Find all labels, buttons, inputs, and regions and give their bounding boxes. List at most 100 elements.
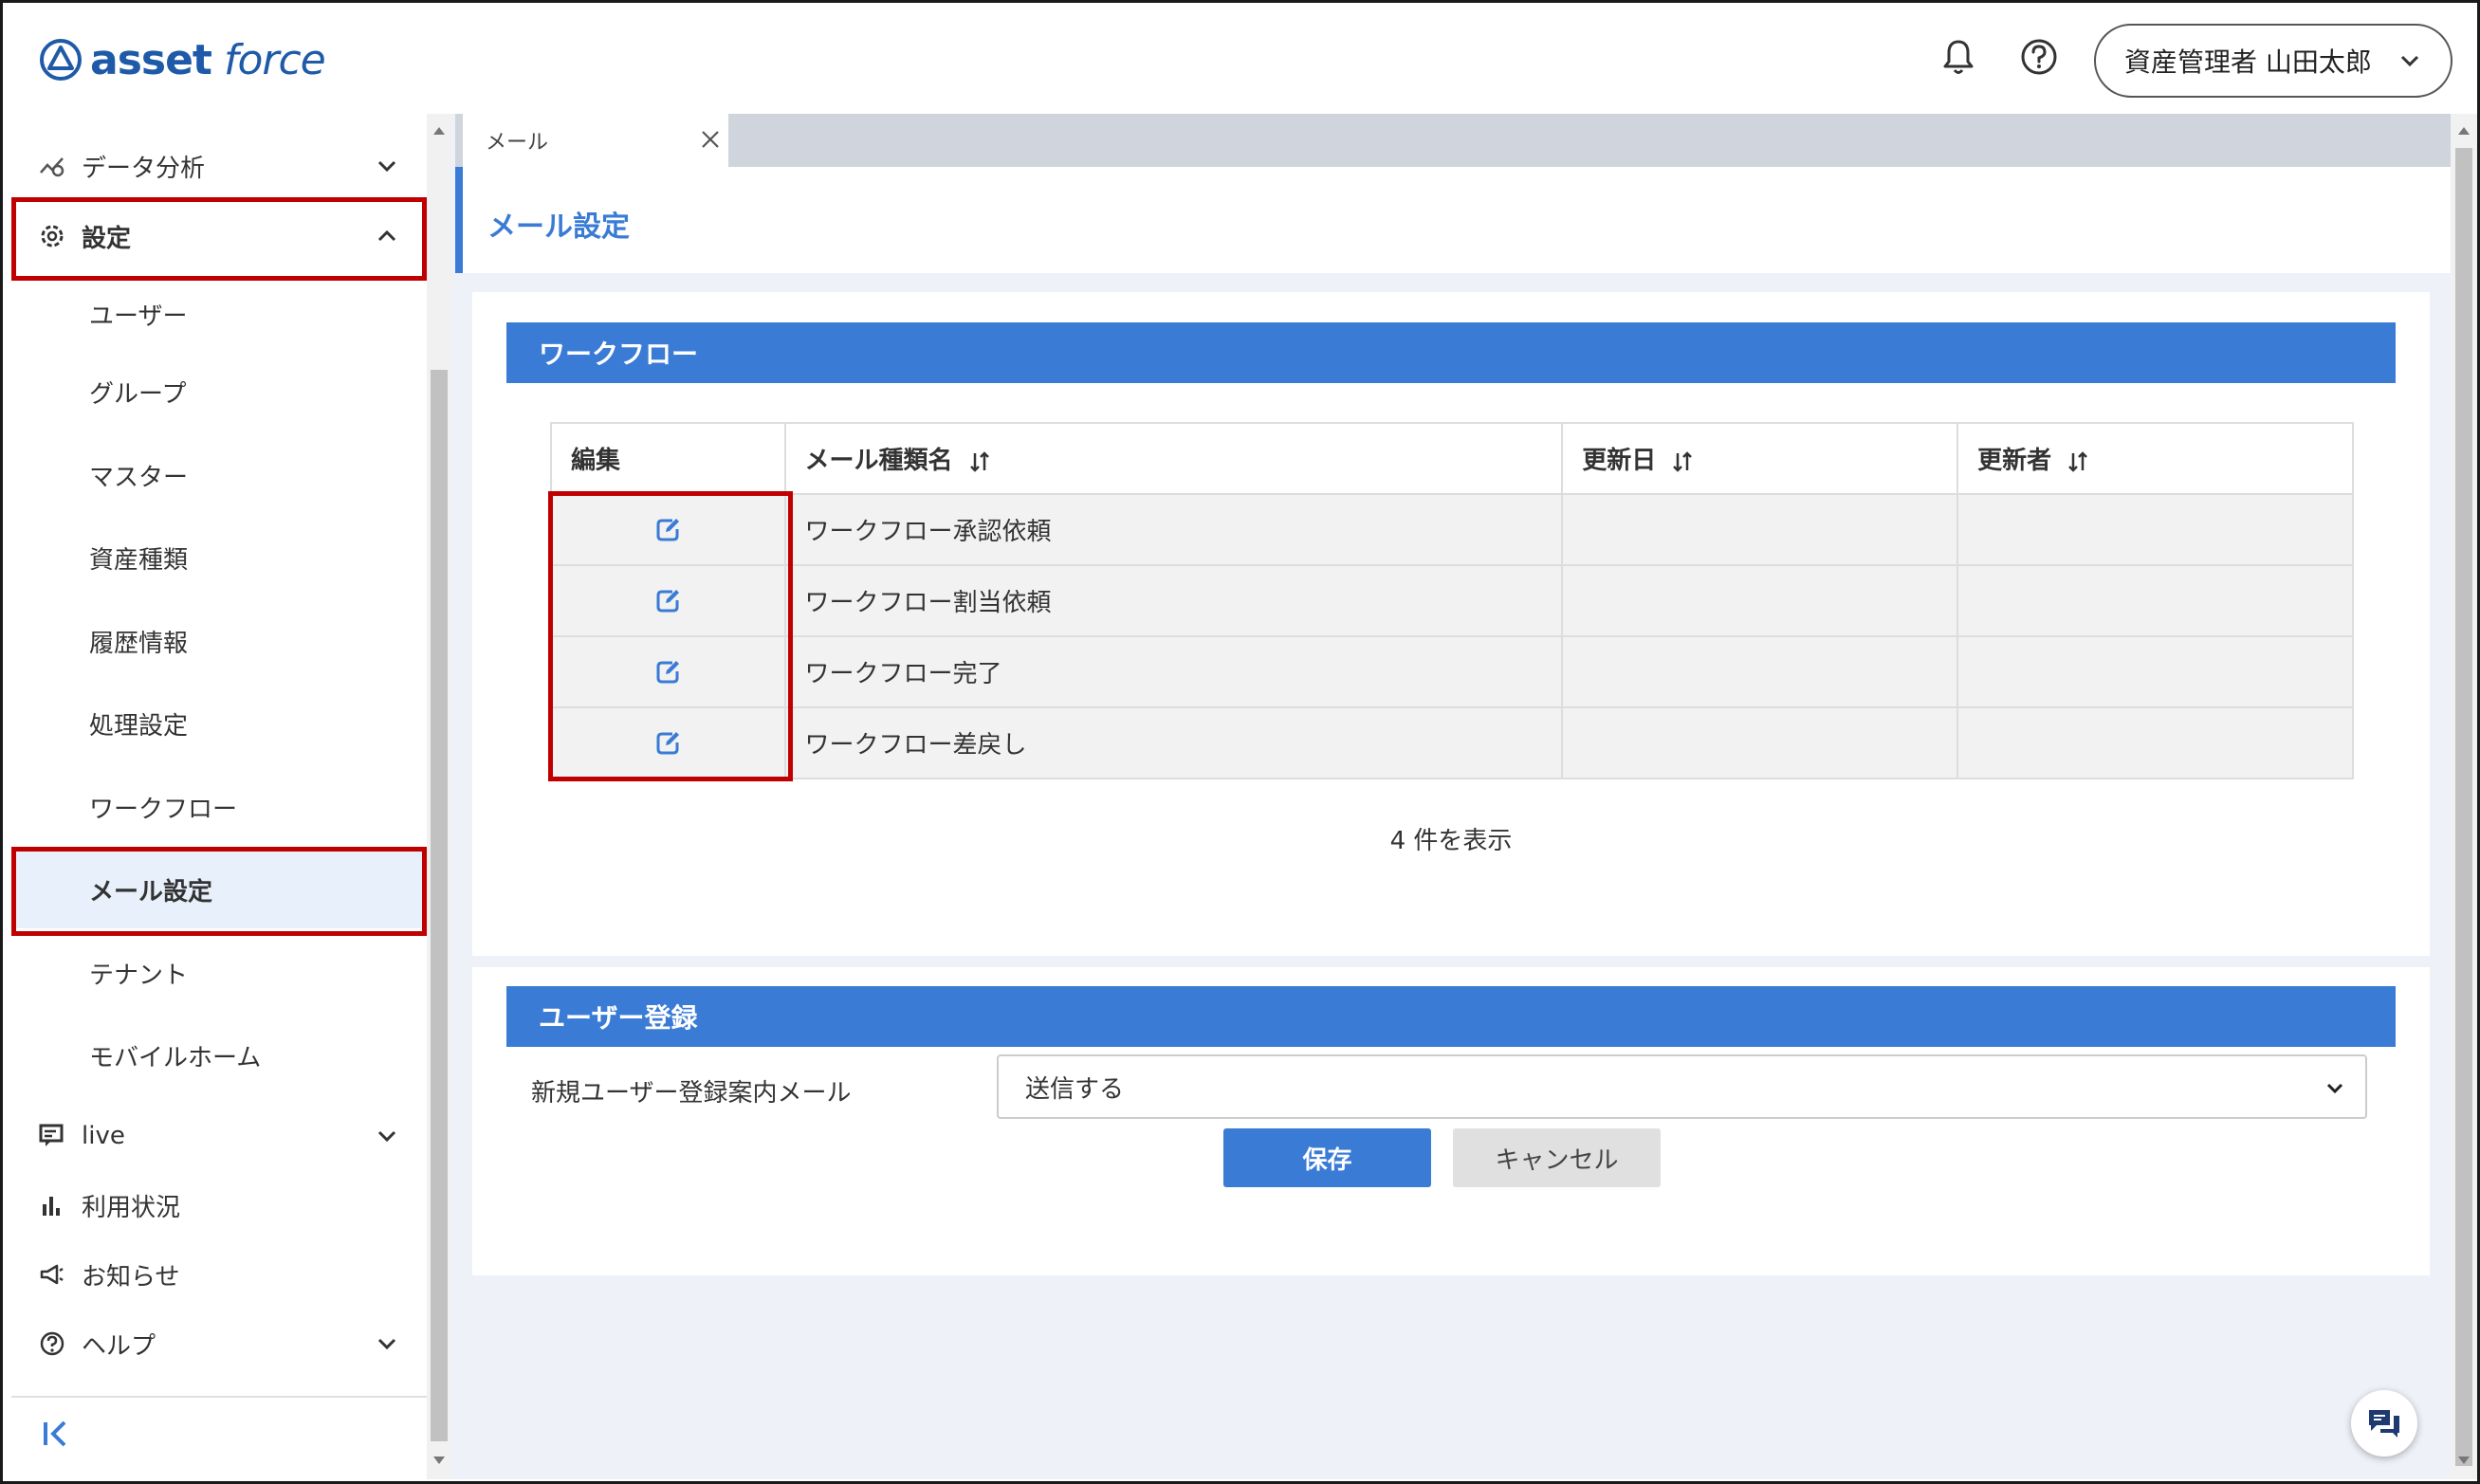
updater bbox=[1956, 493, 2354, 566]
user-registration-heading: ユーザー登録 bbox=[506, 986, 2396, 1047]
help-icon bbox=[40, 1331, 64, 1356]
main-content: メール メール設定 ワークフロー 編集 メール種類名 更新日 更新者 ワークフロ… bbox=[451, 114, 2451, 1479]
updated-date bbox=[1561, 564, 1959, 637]
sidebar-divider bbox=[11, 1396, 429, 1398]
page-title-bar: メール設定 bbox=[455, 167, 2451, 273]
page-title: メール設定 bbox=[487, 211, 630, 244]
updated-date bbox=[1561, 493, 1959, 566]
updated-date bbox=[1561, 706, 1959, 779]
chat-box-icon bbox=[39, 1124, 64, 1146]
column-header-updater[interactable]: 更新者 bbox=[1956, 422, 2354, 495]
asset-force-logo[interactable]: asset force bbox=[39, 31, 326, 88]
edit-cell[interactable] bbox=[550, 706, 786, 779]
sort-icon[interactable] bbox=[967, 449, 992, 474]
tab-mail[interactable]: メール bbox=[463, 114, 728, 167]
sidebar-label: ヘルプ bbox=[82, 1331, 156, 1361]
sidebar-item-settings[interactable]: 設定 bbox=[11, 203, 429, 269]
mail-type-name: ワークフロー完了 bbox=[783, 635, 1564, 708]
workflow-section-heading: ワークフロー bbox=[506, 322, 2396, 383]
bell-icon[interactable] bbox=[1938, 36, 1979, 78]
table-row: ワークフロー承認依頼 bbox=[550, 493, 2354, 566]
registration-mail-select[interactable]: 送信する bbox=[997, 1054, 2367, 1119]
sidebar-subitem-master[interactable]: マスター bbox=[11, 436, 429, 514]
mail-type-name: ワークフロー差戻し bbox=[783, 706, 1564, 779]
help-icon[interactable] bbox=[2018, 36, 2060, 78]
sidebar-scrollbar[interactable] bbox=[427, 114, 451, 1479]
user-menu-button[interactable]: 資産管理者 山田太郎 bbox=[2094, 24, 2452, 98]
sidebar-label: live bbox=[82, 1122, 125, 1150]
column-header-updated[interactable]: 更新日 bbox=[1561, 422, 1959, 495]
mail-type-name: ワークフロー割当依頼 bbox=[783, 564, 1564, 637]
collapse-sidebar-icon[interactable] bbox=[38, 1415, 76, 1453]
registration-mail-label: 新規ユーザー登録案内メール bbox=[531, 1079, 852, 1108]
sidebar-item-notice[interactable]: お知らせ bbox=[11, 1241, 429, 1308]
mail-type-table: 編集 メール種類名 更新日 更新者 ワークフロー承認依頼 ワークフロー割当依頼 … bbox=[550, 422, 2354, 779]
app-header: asset force 資産管理者 山田太郎 bbox=[3, 3, 2477, 114]
edit-icon[interactable] bbox=[653, 587, 682, 615]
sidebar-subitem-process-settings[interactable]: 処理設定 bbox=[11, 685, 429, 762]
sidebar-item-usage[interactable]: 利用状況 bbox=[11, 1172, 429, 1238]
sidebar: データ分析 設定 ユーザー グループ マスター 資産種類 履歴情報 処理設定 ワ… bbox=[11, 114, 429, 1479]
chevron-down-icon bbox=[2400, 55, 2419, 67]
result-count: 4 件を表示 bbox=[1389, 827, 1513, 855]
column-header-name[interactable]: メール種類名 bbox=[783, 422, 1564, 495]
logo-icon bbox=[40, 39, 82, 81]
sidebar-label: データ分析 bbox=[82, 154, 206, 183]
sidebar-subitem-users[interactable]: ユーザー bbox=[11, 275, 429, 353]
scroll-down-arrow[interactable] bbox=[433, 1457, 445, 1464]
sidebar-label: 設定 bbox=[82, 224, 132, 253]
sidebar-item-data-analysis[interactable]: データ分析 bbox=[11, 133, 429, 199]
select-value: 送信する bbox=[1025, 1074, 1125, 1104]
chevron-down-icon bbox=[377, 1338, 396, 1350]
chat-support-button[interactable] bbox=[2351, 1390, 2417, 1457]
save-button[interactable]: 保存 bbox=[1223, 1128, 1431, 1187]
edit-cell[interactable] bbox=[550, 564, 786, 637]
scroll-up-arrow[interactable] bbox=[433, 127, 445, 135]
sidebar-subitem-mobile-home[interactable]: モバイルホーム bbox=[11, 1017, 429, 1094]
bar-chart-icon bbox=[43, 1197, 60, 1216]
updater bbox=[1956, 635, 2354, 708]
tab-bar: メール bbox=[455, 114, 2451, 167]
scroll-down-arrow[interactable] bbox=[2458, 1457, 2470, 1464]
sidebar-label: 利用状況 bbox=[82, 1193, 181, 1222]
sidebar-subitem-history[interactable]: 履歴情報 bbox=[11, 602, 429, 680]
sidebar-item-help[interactable]: ヘルプ bbox=[11, 1310, 429, 1377]
chat-icon bbox=[2369, 1410, 2399, 1438]
edit-cell[interactable] bbox=[550, 493, 786, 566]
chevron-down-icon bbox=[2326, 1083, 2343, 1094]
scroll-up-arrow[interactable] bbox=[2458, 127, 2470, 135]
sidebar-subitem-mail-settings[interactable]: メール設定 bbox=[11, 851, 429, 928]
main-scrollbar[interactable] bbox=[2451, 114, 2477, 1479]
sidebar-subitem-workflow[interactable]: ワークフロー bbox=[11, 768, 429, 846]
sort-icon[interactable] bbox=[2066, 449, 2090, 474]
user-registration-card: ユーザー登録 新規ユーザー登録案内メール 送信する 保存 キャンセル bbox=[472, 967, 2430, 1275]
close-icon[interactable] bbox=[700, 129, 721, 150]
chevron-down-icon bbox=[377, 160, 396, 173]
scroll-thumb[interactable] bbox=[431, 370, 448, 1441]
chevron-down-icon bbox=[377, 1130, 396, 1143]
updated-date bbox=[1561, 635, 1959, 708]
gear-icon bbox=[41, 225, 64, 247]
edit-cell[interactable] bbox=[550, 635, 786, 708]
edit-icon[interactable] bbox=[653, 729, 682, 758]
table-row: ワークフロー完了 bbox=[550, 635, 2354, 708]
table-row: ワークフロー割当依頼 bbox=[550, 564, 2354, 637]
cancel-button[interactable]: キャンセル bbox=[1453, 1128, 1661, 1187]
user-name: 資産管理者 山田太郎 bbox=[2124, 46, 2372, 78]
logo-text: asset force bbox=[90, 35, 326, 84]
chart-line-icon bbox=[40, 157, 64, 177]
sort-icon[interactable] bbox=[1670, 449, 1695, 474]
megaphone-icon bbox=[40, 1264, 64, 1285]
sidebar-subitem-tenant[interactable]: テナント bbox=[11, 934, 429, 1012]
tab-label: メール bbox=[486, 131, 549, 155]
edit-icon[interactable] bbox=[653, 516, 682, 544]
workflow-card: ワークフロー 編集 メール種類名 更新日 更新者 ワークフロー承認依頼 ワークフ… bbox=[472, 292, 2430, 956]
sidebar-item-live[interactable]: live bbox=[11, 1103, 429, 1169]
sidebar-subitem-groups[interactable]: グループ bbox=[11, 353, 429, 431]
mail-type-name: ワークフロー承認依頼 bbox=[783, 493, 1564, 566]
sidebar-subitem-asset-types[interactable]: 資産種類 bbox=[11, 519, 429, 596]
table-header-row: 編集 メール種類名 更新日 更新者 bbox=[550, 422, 2354, 495]
edit-icon[interactable] bbox=[653, 658, 682, 687]
scroll-thumb[interactable] bbox=[2455, 148, 2472, 1466]
chevron-up-icon bbox=[377, 229, 396, 242]
